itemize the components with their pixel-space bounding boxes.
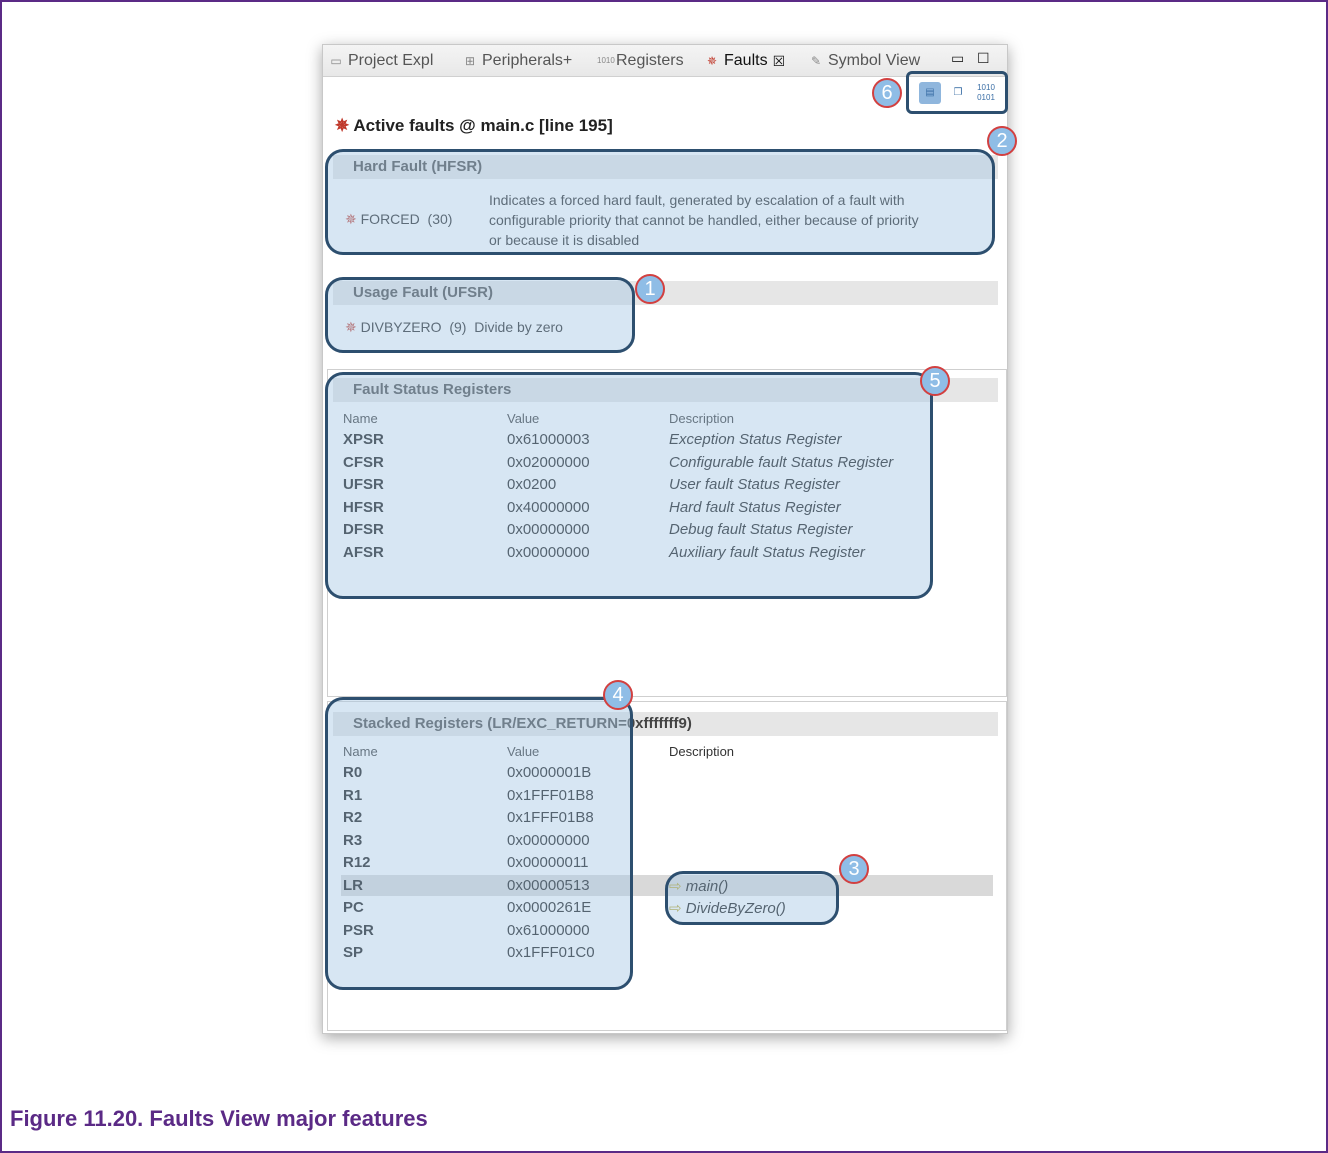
callout-box-2 [325,149,995,255]
callout-box-5 [325,372,933,599]
page-title: ✵ Active faults @ main.c [line 195] [335,116,613,135]
minimize-icon[interactable]: ▭ [951,50,964,67]
tab-symbol-view[interactable]: ✎ Symbol View [809,52,920,70]
callout-box-4 [325,697,633,990]
peripherals-icon: ⊞ [464,54,476,68]
registers-icon: 1010 [597,56,615,65]
figure-caption: Figure 11.20. Faults View major features [10,1106,428,1131]
tab-faults[interactable]: ✵ Faults ☒ [705,52,785,70]
callout-badge-6: 6 [872,78,902,108]
bug-icon: ✵ [706,54,718,68]
callout-badge-1: 1 [635,274,665,304]
tab-bar: ▭ Project Expl ⊞ Peripherals+ 1010 Regis… [323,45,1007,77]
tab-project-explorer[interactable]: ▭ Project Expl [329,52,433,70]
callout-box-3 [665,871,839,925]
callout-badge-5: 5 [920,366,950,396]
callout-badge-2: 2 [987,126,1017,156]
callout-box-6 [906,71,1008,114]
bug-icon: ✵ [335,116,350,135]
tab-registers[interactable]: 1010 Registers [597,52,684,70]
maximize-icon[interactable]: ☐ [977,50,990,67]
callout-badge-4: 4 [603,680,633,710]
close-icon[interactable]: ☒ [773,53,786,70]
col-description: Description [669,744,735,759]
callout-box-1 [325,277,635,353]
tab-peripherals[interactable]: ⊞ Peripherals+ [463,52,572,70]
faults-view: ▭ Project Expl ⊞ Peripherals+ 1010 Regis… [322,44,1017,1034]
symbol-icon: ✎ [810,54,822,68]
callout-badge-3: 3 [839,854,869,884]
folder-icon: ▭ [330,54,342,68]
